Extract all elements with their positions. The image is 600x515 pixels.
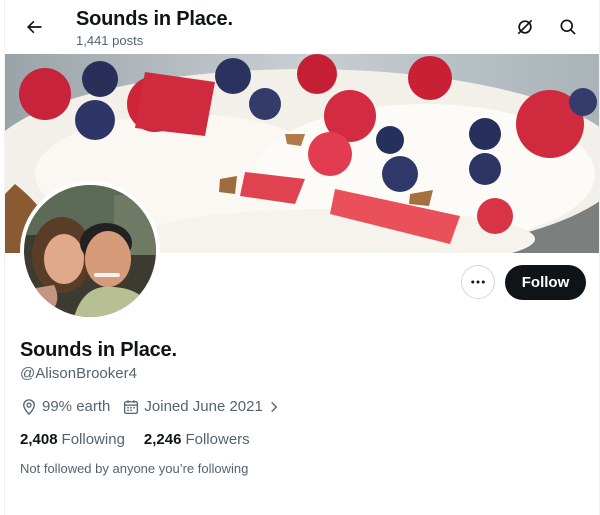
profile-avatar[interactable]: [20, 181, 160, 321]
follow-counts: 2,408 Following 2,246 Followers: [20, 430, 250, 450]
following-label: Following: [61, 431, 125, 448]
followers-link[interactable]: 2,246 Followers: [144, 430, 250, 450]
profile-handle: @AlisonBrooker4: [20, 365, 137, 382]
profile-name: Sounds in Place.: [20, 339, 177, 361]
chevron-right-icon: [270, 401, 278, 413]
profile-meta: 99% earth Joined June 2021: [20, 397, 281, 417]
joined-text: Joined June 2021: [144, 398, 263, 415]
follow-button[interactable]: Follow: [505, 265, 586, 300]
location-item: 99% earth: [20, 397, 110, 417]
followers-label: Followers: [185, 431, 250, 448]
joined-date-link[interactable]: Joined June 2021: [122, 397, 280, 417]
more-button[interactable]: [461, 265, 495, 299]
header-title: Sounds in Place.: [76, 8, 233, 30]
grok-button[interactable]: [508, 10, 542, 44]
search-icon: [560, 19, 576, 35]
grok-icon: [517, 19, 533, 35]
post-count: 1,441 posts: [76, 33, 144, 48]
back-button[interactable]: [17, 10, 51, 44]
two-people-selfie-photo: [24, 185, 156, 317]
profile-header-bar: Sounds in Place. 1,441 posts: [5, 0, 599, 54]
arrow-left-icon: [27, 20, 42, 34]
more-icon: [471, 280, 485, 284]
search-button[interactable]: [551, 10, 585, 44]
following-count: 2,408: [20, 431, 58, 448]
header-title-group: Sounds in Place. 1,441 posts: [76, 7, 233, 50]
followers-count: 2,246: [143, 431, 182, 448]
calendar-icon: [124, 400, 139, 415]
not-followed-notice: Not followed by anyone you’re following: [20, 461, 249, 476]
location-pin-icon: [23, 399, 35, 416]
location-text: 99% earth: [42, 398, 111, 415]
following-link[interactable]: 2,408 Following: [20, 430, 125, 450]
